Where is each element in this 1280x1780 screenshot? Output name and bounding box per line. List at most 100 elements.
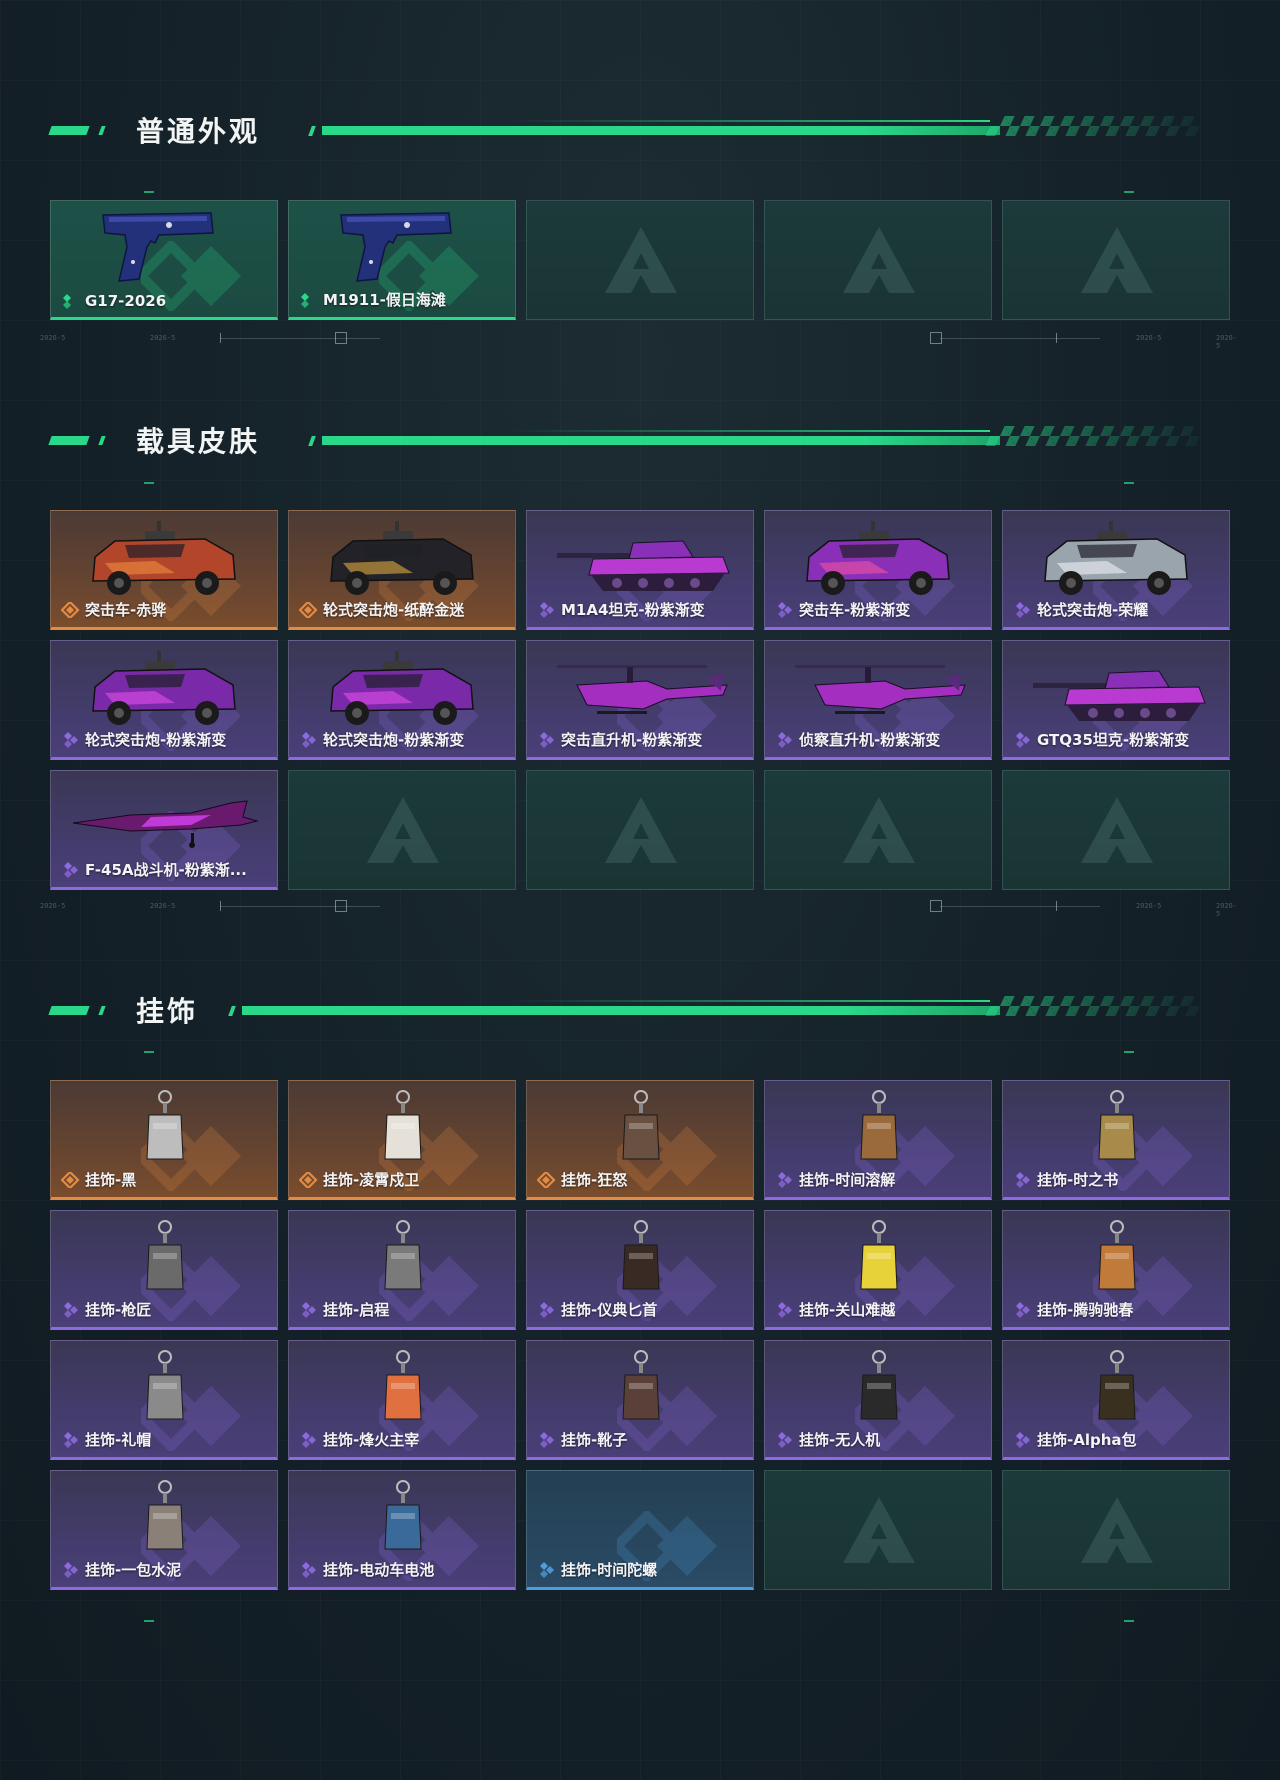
- item-label: 挂饰-枪匠: [61, 1299, 271, 1320]
- item-label: 轮式突击炮-粉紫渐变: [299, 729, 509, 750]
- item-name: 突击车-粉紫渐变: [799, 601, 911, 619]
- header-bar: [322, 436, 1000, 445]
- item-card[interactable]: 挂饰-电动车电池: [288, 1470, 516, 1590]
- item-card[interactable]: 轮式突击炮-纸醉金迷: [288, 510, 516, 630]
- quality-diamond-icon: [299, 1169, 319, 1190]
- header-thin-line: [510, 430, 990, 432]
- item-name: 挂饰-关山难越: [799, 1301, 896, 1319]
- quality-diamond-icon: [775, 1301, 795, 1318]
- item-card[interactable]: 挂饰-腾驹驰春: [1002, 1210, 1230, 1330]
- item-card[interactable]: 轮式突击炮-粉紫渐变: [50, 640, 278, 760]
- item-card[interactable]: 轮式突击炮-荣耀: [1002, 510, 1230, 630]
- header-accent-dash: [98, 436, 106, 445]
- placeholder-logo-icon: [1077, 223, 1157, 299]
- item-card[interactable]: 挂饰-狂怒: [526, 1080, 754, 1200]
- item-card[interactable]: 挂饰-枪匠: [50, 1210, 278, 1330]
- item-label: GTQ35坦克-粉紫渐变: [1013, 729, 1223, 750]
- item-card[interactable]: M1A4坦克-粉紫渐变: [526, 510, 754, 630]
- item-card[interactable]: 挂饰-Alpha包: [1002, 1340, 1230, 1460]
- item-card[interactable]: G17-2026: [50, 200, 278, 320]
- corner-tick: [144, 191, 154, 193]
- item-card[interactable]: 挂饰-礼帽: [50, 1340, 278, 1460]
- item-label: 轮式突击炮-纸醉金迷: [299, 599, 509, 620]
- item-label: 挂饰-黑: [61, 1169, 271, 1190]
- item-card[interactable]: M1911-假日海滩: [288, 200, 516, 320]
- quality-diamond-icon: [1013, 1431, 1033, 1448]
- item-name: 轮式突击炮-荣耀: [1037, 601, 1149, 619]
- quality-diamond-icon: [537, 1431, 557, 1448]
- empty-slot: [526, 200, 754, 320]
- quality-diamond-icon: [61, 1301, 81, 1318]
- item-name: M1A4坦克-粉紫渐变: [561, 601, 705, 619]
- item-name: 挂饰-礼帽: [85, 1431, 152, 1449]
- item-label: 挂饰-关山难越: [775, 1299, 985, 1320]
- quality-diamond-icon: [537, 1561, 557, 1578]
- item-card[interactable]: 突击车-粉紫渐变: [764, 510, 992, 630]
- corner-tick: [144, 1051, 154, 1053]
- quality-diamond-icon: [299, 599, 319, 620]
- item-name: 挂饰-一包水泥: [85, 1561, 182, 1579]
- item-name: GTQ35坦克-粉紫渐变: [1037, 731, 1190, 749]
- placeholder-logo-icon: [1077, 793, 1157, 869]
- item-label: 挂饰-凌霄戍卫: [299, 1169, 509, 1190]
- quality-diamond-icon: [1013, 731, 1033, 748]
- header-accent-dash: [98, 1006, 106, 1015]
- quality-diamond-icon: [537, 731, 557, 748]
- quality-diamond-icon: [1013, 601, 1033, 618]
- item-card[interactable]: 挂饰-靴子: [526, 1340, 754, 1460]
- item-card[interactable]: 挂饰-仪典匕首: [526, 1210, 754, 1330]
- item-name: 挂饰-电动车电池: [323, 1561, 435, 1579]
- item-label: 挂饰-启程: [299, 1299, 509, 1320]
- quality-diamond-icon: [61, 599, 81, 620]
- header-thin-line: [510, 1000, 990, 1002]
- quality-diamond-icon: [61, 1431, 81, 1448]
- header-bar: [322, 126, 1000, 135]
- item-name: 挂饰-时之书: [1037, 1171, 1119, 1189]
- item-label: 挂饰-礼帽: [61, 1429, 271, 1450]
- item-card[interactable]: 挂饰-烽火主宰: [288, 1340, 516, 1460]
- quality-diamond-icon: [775, 731, 795, 748]
- item-card[interactable]: GTQ35坦克-粉紫渐变: [1002, 640, 1230, 760]
- header-checker-pattern: [985, 116, 1205, 136]
- header-accent-slash: [308, 436, 316, 446]
- quality-diamond-icon: [299, 731, 319, 748]
- item-card[interactable]: 挂饰-时间溶解: [764, 1080, 992, 1200]
- item-card[interactable]: 突击车-赤骅: [50, 510, 278, 630]
- item-label: 轮式突击炮-粉紫渐变: [61, 729, 271, 750]
- item-name: 突击车-赤骅: [85, 601, 167, 619]
- item-name: F-45A战斗机-粉紫渐...: [85, 861, 247, 879]
- header-accent-slash: [308, 126, 316, 136]
- item-card[interactable]: F-45A战斗机-粉紫渐...: [50, 770, 278, 890]
- item-label: M1A4坦克-粉紫渐变: [537, 599, 747, 620]
- item-name: 轮式突击炮-粉紫渐变: [323, 731, 465, 749]
- quality-diamond-icon: [299, 1301, 319, 1318]
- item-name: 侦察直升机-粉紫渐变: [799, 731, 941, 749]
- quality-diamond-icon: [537, 1301, 557, 1318]
- empty-slot: [288, 770, 516, 890]
- corner-tick: [144, 482, 154, 484]
- quality-diamond-icon: [299, 1561, 319, 1578]
- header-accent-dash: [98, 126, 106, 135]
- item-label: 挂饰-靴子: [537, 1429, 747, 1450]
- item-card[interactable]: 挂饰-时之书: [1002, 1080, 1230, 1200]
- item-card[interactable]: 挂饰-凌霄戍卫: [288, 1080, 516, 1200]
- placeholder-logo-icon: [601, 793, 681, 869]
- item-card[interactable]: 轮式突击炮-粉紫渐变: [288, 640, 516, 760]
- placeholder-logo-icon: [1077, 1493, 1157, 1569]
- section-title: 挂饰: [136, 995, 199, 1028]
- item-name: 挂饰-枪匠: [85, 1301, 152, 1319]
- item-card[interactable]: 挂饰-一包水泥: [50, 1470, 278, 1590]
- item-name: 挂饰-仪典匕首: [561, 1301, 658, 1319]
- item-card[interactable]: 挂饰-黑: [50, 1080, 278, 1200]
- item-card[interactable]: 突击直升机-粉紫渐变: [526, 640, 754, 760]
- item-name: 突击直升机-粉紫渐变: [561, 731, 703, 749]
- item-card[interactable]: 挂饰-时间陀螺: [526, 1470, 754, 1590]
- item-card[interactable]: 侦察直升机-粉紫渐变: [764, 640, 992, 760]
- item-card[interactable]: 挂饰-无人机: [764, 1340, 992, 1460]
- item-label: 挂饰-电动车电池: [299, 1559, 509, 1580]
- header-accent-slash: [228, 1006, 236, 1016]
- item-card[interactable]: 挂饰-启程: [288, 1210, 516, 1330]
- item-card[interactable]: 挂饰-关山难越: [764, 1210, 992, 1330]
- item-label: 挂饰-仪典匕首: [537, 1299, 747, 1320]
- section-title: 普通外观: [136, 115, 261, 148]
